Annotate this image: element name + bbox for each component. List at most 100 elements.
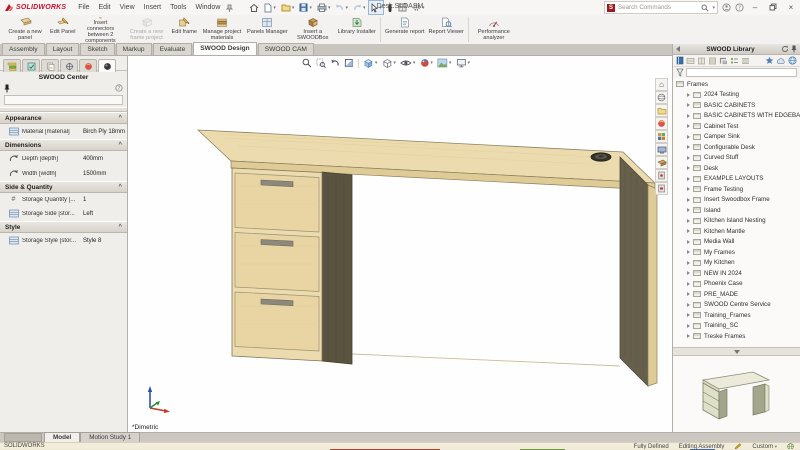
tab-model[interactable]: Model	[44, 432, 80, 442]
section-style-header[interactable]: Style^	[0, 221, 127, 233]
library-tree-item[interactable]: Kitchen Island Nesting	[673, 216, 800, 227]
library-tree-item[interactable]: SWOOD Centre Service	[673, 300, 800, 311]
expand-arrow-icon[interactable]	[687, 166, 690, 170]
library-tree-root[interactable]: Frames	[673, 79, 800, 90]
library-panels-icon[interactable]	[686, 57, 695, 65]
folder-tool-button[interactable]	[655, 104, 668, 117]
library-stack-icon[interactable]	[741, 57, 750, 65]
menu-insert[interactable]: Insert	[140, 3, 166, 12]
tab-assembly[interactable]: Assembly	[2, 43, 45, 55]
sphere-view-button[interactable]	[655, 91, 668, 104]
performance-analyzer-button[interactable]: Performance analyzer	[471, 15, 517, 44]
tab-motion-study[interactable]: Motion Study 1	[80, 432, 140, 442]
print-button[interactable]: ▾	[315, 0, 333, 15]
palette-button[interactable]	[655, 130, 668, 143]
tab-scroll-control[interactable]	[4, 433, 42, 442]
search-dropdown-icon[interactable]: ▾	[712, 5, 715, 11]
tab-display-manager[interactable]	[79, 59, 97, 72]
expand-arrow-icon[interactable]	[687, 208, 690, 212]
expand-arrow-icon[interactable]	[687, 282, 690, 286]
filter-funnel-icon[interactable]	[676, 68, 684, 77]
library-tree-item[interactable]: Phoenix Case	[673, 279, 800, 290]
display-style-button[interactable]: ▾	[380, 57, 397, 69]
clamp2-tool-button[interactable]	[655, 182, 668, 195]
tab-property-manager[interactable]	[22, 59, 40, 72]
previous-view-button[interactable]	[329, 57, 341, 69]
library-tree-item[interactable]: Training_Frames	[673, 310, 800, 321]
menu-view[interactable]: View	[116, 3, 139, 12]
section-side-quantity-header[interactable]: Side & Quantity^	[0, 181, 127, 193]
appearance-ball-button[interactable]	[655, 117, 668, 130]
library-tree-item[interactable]: BASIC CABINETS	[673, 100, 800, 111]
library-tree-item[interactable]: BASIC CABINETS WITH EDGEBAND	[673, 111, 800, 122]
panel-tool-button[interactable]	[655, 156, 668, 169]
close-button[interactable]: ×	[784, 3, 798, 12]
tab-swood-design[interactable]: SWOOD Design	[193, 42, 256, 55]
create-frame-button[interactable]: Create a new frame project	[124, 15, 170, 44]
property-row-material[interactable]: Material [material] Birch Ply 18mm	[0, 124, 127, 139]
user-account-icon[interactable]	[722, 3, 731, 12]
library-tree-item[interactable]: Desk	[673, 163, 800, 174]
property-row-width[interactable]: Width [width] 1500mm	[0, 166, 127, 181]
library-hardware-icon[interactable]	[719, 57, 728, 65]
menu-edit[interactable]: Edit	[95, 3, 115, 12]
pin-panel-icon[interactable]	[791, 45, 797, 53]
zoom-to-fit-button[interactable]	[301, 57, 313, 69]
section-view-button[interactable]	[343, 57, 355, 69]
zoom-to-area-button[interactable]	[315, 57, 327, 69]
undo-button[interactable]: ▾	[333, 0, 350, 15]
new-document-button[interactable]: ▾	[262, 0, 278, 15]
library-tree-item[interactable]: Configurable Desk	[673, 142, 800, 153]
home-button[interactable]	[247, 0, 261, 15]
expand-arrow-icon[interactable]	[687, 303, 690, 307]
expand-arrow-icon[interactable]	[687, 229, 690, 233]
expand-arrow-icon[interactable]	[687, 93, 690, 97]
expand-arrow-icon[interactable]	[687, 145, 690, 149]
panel-help-icon[interactable]: ?	[115, 84, 123, 92]
expand-arrow-icon[interactable]	[687, 250, 690, 254]
apply-scene-button[interactable]: ▾	[436, 57, 453, 69]
globe-icon[interactable]	[788, 56, 797, 65]
library-tree-item[interactable]: Frame Testing	[673, 184, 800, 195]
section-dimensions-header[interactable]: Dimensions^	[0, 139, 127, 151]
library-filter-input[interactable]	[686, 68, 797, 77]
edit-panel-button[interactable]: Edit Panel	[48, 15, 78, 44]
library-tree-item[interactable]: Curved Stuff	[673, 153, 800, 164]
section-appearance-header[interactable]: Appearance^	[0, 112, 127, 124]
expand-arrow-icon[interactable]	[687, 219, 690, 223]
tab-evaluate[interactable]: Evaluate	[153, 43, 193, 55]
library-tree-item[interactable]: Camper Sink	[673, 132, 800, 143]
library-tree-item[interactable]: 2024 Testing	[673, 90, 800, 101]
library-tree-item[interactable]: Kitchen Mantle	[673, 226, 800, 237]
library-tree-item[interactable]: Cabinet Test	[673, 121, 800, 132]
library-list-icon[interactable]	[730, 57, 739, 65]
redo-button[interactable]: ▾	[351, 0, 368, 15]
tab-feature-manager[interactable]	[3, 59, 21, 72]
tab-layout[interactable]: Layout	[46, 43, 80, 55]
preview-collapse-bar[interactable]	[673, 347, 800, 356]
expand-arrow-icon[interactable]	[687, 187, 690, 191]
insert-swoodbox-button[interactable]: Insert a SWOODBox	[290, 15, 336, 44]
tab-sketch[interactable]: Sketch	[80, 43, 114, 55]
expand-arrow-icon[interactable]	[687, 334, 690, 338]
expand-arrow-icon[interactable]	[687, 135, 690, 139]
pin-panel-icon[interactable]	[4, 84, 10, 93]
expand-arrow-icon[interactable]	[687, 240, 690, 244]
create-panel-button[interactable]: Create a new panel	[2, 15, 48, 44]
expand-arrow-icon[interactable]	[687, 261, 690, 265]
expand-arrow-icon[interactable]	[687, 324, 690, 328]
restore-button[interactable]	[766, 3, 780, 13]
library-tree-item[interactable]: PRE_MADE	[673, 289, 800, 300]
library-drawer-icon[interactable]	[708, 57, 717, 65]
tab-markup[interactable]: Markup	[116, 43, 152, 55]
expand-panel-icon[interactable]	[676, 46, 680, 52]
library-tree-item[interactable]: My Kitchen	[673, 258, 800, 269]
search-icon[interactable]	[701, 4, 709, 12]
property-row-storage-quantity[interactable]: # Storage Quantity [... 1	[0, 193, 127, 206]
edit-appearance-button[interactable]: ▾	[418, 57, 434, 69]
expand-arrow-icon[interactable]	[687, 114, 690, 118]
property-row-storage-side[interactable]: Storage Side [stor... Left	[0, 206, 127, 221]
library-tree-item[interactable]: Island	[673, 205, 800, 216]
library-tree-item[interactable]: Insert Swoodbox Frame	[673, 195, 800, 206]
library-tree-item[interactable]: Treske Frames	[673, 331, 800, 342]
